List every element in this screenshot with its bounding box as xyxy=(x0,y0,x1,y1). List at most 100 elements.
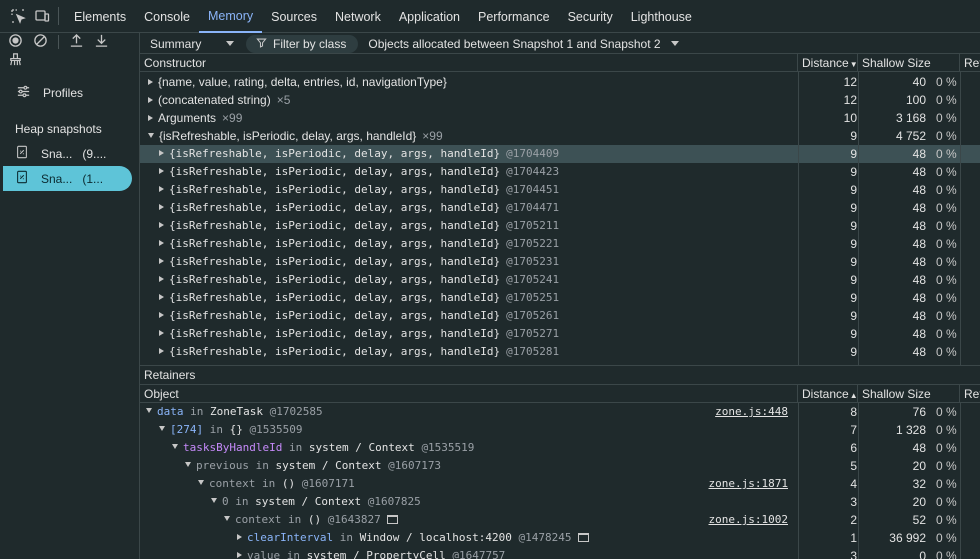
retainer-row[interactable]: context in () @1643827 zone.js:1002 2 52 0 % xyxy=(140,511,980,529)
tab-memory[interactable]: Memory xyxy=(198,0,263,33)
table-row[interactable]: {isRefreshable, isPeriodic, delay, args,… xyxy=(140,271,980,289)
collapsed-arrow-icon[interactable] xyxy=(148,97,153,103)
tab-lighthouse[interactable]: Lighthouse xyxy=(622,0,701,33)
clear-all-icon[interactable] xyxy=(33,33,48,51)
distance-cell: 9 xyxy=(850,219,857,233)
collapsed-arrow-icon[interactable] xyxy=(159,330,164,336)
retained-size-column-header[interactable]: Ret xyxy=(960,54,980,72)
constructor-name-cell: {isRefreshable, isPeriodic, delay, args,… xyxy=(159,145,559,163)
collapsed-arrow-icon[interactable] xyxy=(148,115,153,121)
retainer-target: system / Context xyxy=(255,495,362,508)
collapsed-arrow-icon[interactable] xyxy=(159,312,164,318)
collapsed-arrow-icon[interactable] xyxy=(159,294,164,300)
distance-cell: 10 xyxy=(843,111,857,125)
tab-sources[interactable]: Sources xyxy=(262,0,326,33)
collapsed-arrow-icon[interactable] xyxy=(159,204,164,210)
collapsed-arrow-icon[interactable] xyxy=(159,222,164,228)
collapsed-arrow-icon[interactable] xyxy=(159,186,164,192)
snapshot-item-1[interactable]: Sna... (9.... xyxy=(3,141,132,166)
expanded-arrow-icon[interactable] xyxy=(224,516,230,521)
table-row[interactable]: {isRefreshable, isPeriodic, delay, args,… xyxy=(140,127,980,145)
object-column-header[interactable]: Object xyxy=(140,385,798,403)
object-id: @1643827 xyxy=(327,513,381,526)
collapsed-arrow-icon[interactable] xyxy=(159,150,164,156)
collapsed-arrow-icon[interactable] xyxy=(159,168,164,174)
table-row[interactable]: {isRefreshable, isPeriodic, delay, args,… xyxy=(140,181,980,199)
collapsed-arrow-icon[interactable] xyxy=(159,240,164,246)
table-row[interactable]: {isRefreshable, isPeriodic, delay, args,… xyxy=(140,325,980,343)
view-select[interactable]: Summary xyxy=(144,37,240,51)
expanded-arrow-icon[interactable] xyxy=(185,462,191,467)
tab-performance[interactable]: Performance xyxy=(469,0,559,33)
class-filter[interactable]: Filter by class xyxy=(246,34,359,53)
collect-garbage-icon[interactable] xyxy=(8,52,23,70)
retainer-row[interactable]: clearInterval in Window / localhost:4200… xyxy=(140,529,980,547)
retainer-shallow-size-column-header[interactable]: Shallow Size xyxy=(858,385,960,403)
expanded-arrow-icon[interactable] xyxy=(172,444,178,449)
collapsed-arrow-icon[interactable] xyxy=(159,258,164,264)
table-row[interactable]: {isRefreshable, isPeriodic, delay, args,… xyxy=(140,253,980,271)
retainer-row[interactable]: previous in system / Context @1607173 5 20… xyxy=(140,457,980,475)
retainer-object-cell: previous in system / Context @1607173 xyxy=(185,457,441,475)
table-row[interactable]: {isRefreshable, isPeriodic, delay, args,… xyxy=(140,235,980,253)
retainer-retained-size-column-header[interactable]: Ret xyxy=(960,385,980,403)
table-row[interactable]: (concatenated string) ×5 12 100 0 % xyxy=(140,91,980,109)
snapshot-item-2[interactable]: Sna... (1... xyxy=(3,166,132,191)
retainer-property: previous xyxy=(196,459,249,472)
table-row[interactable]: {isRefreshable, isPeriodic, delay, args,… xyxy=(140,289,980,307)
table-row[interactable]: {isRefreshable, isPeriodic, delay, args,… xyxy=(140,307,980,325)
tab-elements[interactable]: Elements xyxy=(65,0,135,33)
table-row[interactable]: {isRefreshable, isPeriodic, delay, args,… xyxy=(140,163,980,181)
download-icon[interactable] xyxy=(94,33,109,51)
retainer-row[interactable]: context in () @1607171 zone.js:1871 4 32 0 % xyxy=(140,475,980,493)
expanded-arrow-icon[interactable] xyxy=(148,133,154,138)
retainer-object-cell: [274] in {} @1535509 xyxy=(159,421,302,439)
collapsed-arrow-icon[interactable] xyxy=(148,79,153,85)
tab-network[interactable]: Network xyxy=(326,0,390,33)
collapsed-arrow-icon[interactable] xyxy=(159,276,164,282)
retainer-row[interactable]: data in ZoneTask @1702585 zone.js:448 8 76 0… xyxy=(140,403,980,421)
expanded-arrow-icon[interactable] xyxy=(159,426,165,431)
source-link[interactable]: zone.js:448 xyxy=(715,403,788,421)
retainer-row[interactable]: tasksByHandleId in system / Context @153… xyxy=(140,439,980,457)
table-row[interactable]: Arguments ×99 10 3 168 0 % xyxy=(140,109,980,127)
table-row[interactable]: {isRefreshable, isPeriodic, delay, args,… xyxy=(140,145,980,163)
retainer-distance-column-header[interactable]: Distance▲ xyxy=(798,385,858,403)
constructor-name: {isRefreshable, isPeriodic, delay, args,… xyxy=(169,165,501,178)
shallow-percent-cell: 0 % xyxy=(936,165,957,179)
distance-column-header[interactable]: Distance▼ xyxy=(798,54,858,72)
collapsed-arrow-icon[interactable] xyxy=(237,534,242,540)
retainer-row[interactable]: 0 in system / Context @1607825 3 20 0 % xyxy=(140,493,980,511)
expanded-arrow-icon[interactable] xyxy=(198,480,204,485)
retainer-row[interactable]: [274] in {} @1535509 7 1 328 0 % xyxy=(140,421,980,439)
constructor-column-header[interactable]: Constructor xyxy=(140,54,798,72)
table-row[interactable]: {isRefreshable, isPeriodic, delay, args,… xyxy=(140,217,980,235)
expanded-arrow-icon[interactable] xyxy=(211,498,217,503)
device-toggle-icon[interactable] xyxy=(30,5,54,27)
table-row[interactable]: {isRefreshable, isPeriodic, delay, args,… xyxy=(140,199,980,217)
tab-security[interactable]: Security xyxy=(559,0,622,33)
table-row[interactable]: {isRefreshable, isPeriodic, delay, args,… xyxy=(140,343,980,361)
table-row[interactable]: {name, value, rating, delta, entries, id… xyxy=(140,73,980,91)
inspect-element-icon[interactable] xyxy=(6,5,30,27)
in-keyword: in xyxy=(286,549,300,559)
upload-icon[interactable] xyxy=(69,33,84,51)
tab-console[interactable]: Console xyxy=(135,0,199,33)
tab-application[interactable]: Application xyxy=(390,0,469,33)
expanded-arrow-icon[interactable] xyxy=(146,408,152,413)
heap-snapshots-heading: Heap snapshots xyxy=(15,122,102,136)
instance-count: ×99 xyxy=(422,129,443,143)
collapsed-arrow-icon[interactable] xyxy=(159,348,164,354)
source-link[interactable]: zone.js:1002 xyxy=(709,511,788,529)
source-link[interactable]: zone.js:1871 xyxy=(709,475,788,493)
retainer-row[interactable]: value in system / PropertyCell @1647757 3… xyxy=(140,547,980,559)
shallow-size-column-header[interactable]: Shallow Size xyxy=(858,54,960,72)
shallow-percent-cell: 0 % xyxy=(936,477,957,491)
profiles-item[interactable]: Profiles xyxy=(0,83,139,103)
shallow-size-cell: 4 752 xyxy=(895,129,926,143)
collapsed-arrow-icon[interactable] xyxy=(237,552,242,558)
constructor-name-cell: {isRefreshable, isPeriodic, delay, args,… xyxy=(148,127,443,145)
shallow-percent-cell: 0 % xyxy=(936,459,957,473)
record-icon[interactable] xyxy=(8,33,23,51)
allocation-scope-select[interactable]: Objects allocated between Snapshot 1 and… xyxy=(362,37,684,51)
